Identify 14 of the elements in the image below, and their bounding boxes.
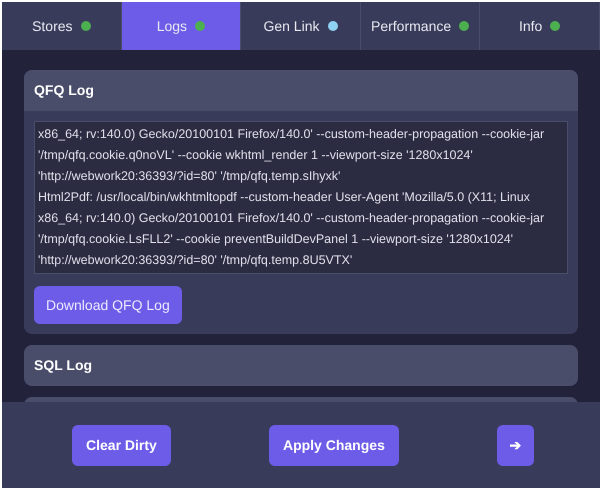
arrow-button[interactable]: ➔ (497, 424, 534, 466)
tab[interactable]: Stores (2, 2, 122, 50)
tab[interactable]: Gen Link (241, 2, 361, 50)
footer-button[interactable]: Clear Dirty (72, 424, 171, 466)
panel-header[interactable]: SQL Log (24, 345, 578, 386)
panel-header[interactable]: QFQ Log (24, 70, 578, 111)
footer-button[interactable]: Apply Changes (268, 424, 399, 466)
log-entry: x86_64; rv:140.0) Gecko/20100101 Firefox/140.0' --custom-header-propagation --cookie-jar '/tmp/qfq.cookie.q0noVL' --cookie wkhtml_render 1 --viewport-size '1280x1024' 'http://webwork20:36393/?id=80' '/tmp/qfq.temp.sIhyxk' (38, 126, 546, 185)
log-text-area[interactable] (34, 121, 568, 274)
tab[interactable]: Logs (122, 2, 242, 50)
tab[interactable]: Performance (360, 2, 480, 50)
tab[interactable]: Info (480, 2, 600, 50)
download-button[interactable]: Download QFQ Log (34, 286, 182, 324)
log-entry: Html2Pdf: /usr/local/bin/wkhtmltopdf --custom-header User-Agent 'Mozilla/5.0 (X11; Linux x86_64; rv:140.0) Gecko/20100101 Firefox/140.0' --custom-header-propagation --cookie-jar '/tmp/qfq.cookie.LsFLL2' --cookie preventBuildDevPanel 1 --viewport-size '1280x1024' 'http://webwork20:36393/?id=80' '/tmp/qfq.temp.8U5VTX' (38, 189, 546, 269)
